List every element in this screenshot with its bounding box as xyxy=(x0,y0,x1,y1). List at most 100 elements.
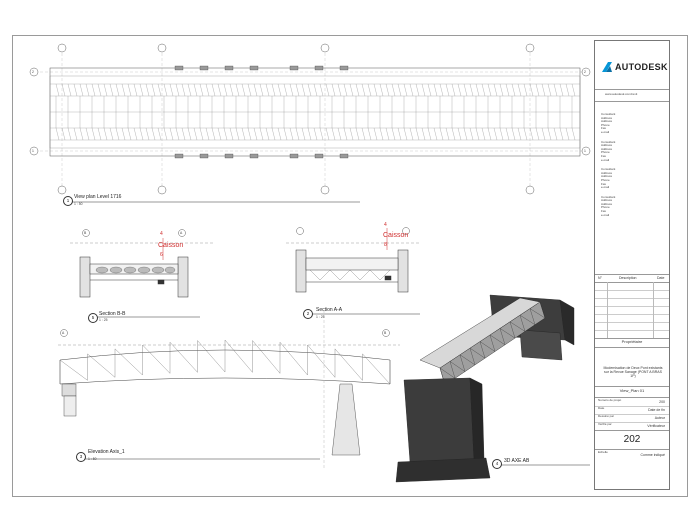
view-scale: 1 : 25 xyxy=(99,318,108,322)
plan-truss-member xyxy=(391,127,396,141)
plan-truss-member xyxy=(355,127,360,141)
grid-label-b-elev: B xyxy=(384,331,387,335)
plan-truss-member xyxy=(379,83,384,97)
plan-truss-member xyxy=(535,83,540,97)
plan-truss-member xyxy=(247,127,252,141)
plan-truss-member xyxy=(61,127,66,141)
plan-truss-member xyxy=(475,127,480,141)
plan-truss-member xyxy=(385,83,390,97)
grid-label-2-right: 2 xyxy=(584,70,586,74)
plan-truss-member xyxy=(73,83,78,97)
plan-truss-member xyxy=(421,127,426,141)
plan-truss-member xyxy=(193,127,198,141)
elevation-diagonal xyxy=(169,342,198,373)
view-title[interactable]: Section B-B xyxy=(99,311,125,317)
plan-truss-member xyxy=(253,127,258,141)
consultant-line: e-mail xyxy=(601,129,610,134)
plan-truss-member xyxy=(457,127,462,141)
plan-truss-member xyxy=(109,83,114,97)
plan-truss-member xyxy=(259,127,264,141)
plan-truss-member xyxy=(85,127,90,141)
plan-truss-member xyxy=(541,127,546,141)
consultant-block: Consultant Address Address Phone Fax e-mail xyxy=(601,195,661,218)
plan-truss-member xyxy=(211,127,216,141)
plan-truss-member xyxy=(217,83,222,97)
field-divider xyxy=(595,406,669,407)
plan-truss-member xyxy=(361,127,366,141)
plan-truss-member xyxy=(541,83,546,97)
plan-truss-member xyxy=(313,83,318,97)
plan-truss-member xyxy=(253,83,258,97)
plan-truss-member xyxy=(355,83,360,97)
view-title[interactable]: Section A-A xyxy=(316,307,342,313)
plan-truss-member xyxy=(127,83,132,97)
plan-truss-member xyxy=(127,127,132,141)
field-value: Vérificateur xyxy=(647,424,665,428)
plan-truss-member xyxy=(571,127,576,141)
view-scale: 1 : 25 xyxy=(316,315,325,319)
plan-truss-member xyxy=(343,127,348,141)
consultant-block: Consultant Address Address Phone Fax e-mail xyxy=(601,112,661,135)
plan-truss-member xyxy=(421,83,426,97)
view-number: 4 xyxy=(492,459,502,469)
consultant-line: e-mail xyxy=(601,212,610,217)
plan-truss-member xyxy=(493,127,498,141)
title-block: AUTODESK www.autodesk.com/revit Consulta… xyxy=(594,40,670,490)
plan-truss-member xyxy=(283,83,288,97)
plan-truss-member xyxy=(85,83,90,97)
plan-truss-member xyxy=(499,127,504,141)
plan-truss-member xyxy=(493,83,498,97)
plan-truss-member xyxy=(205,83,210,97)
plan-truss-member xyxy=(271,83,276,97)
field-value: Auteur xyxy=(654,416,665,420)
plan-truss-member xyxy=(523,83,528,97)
plan-truss-member xyxy=(337,83,342,97)
plan-truss-member xyxy=(151,83,156,97)
view-title[interactable]: View plan Level 1716 xyxy=(74,194,121,200)
plan-truss-member xyxy=(469,83,474,97)
plan-truss-member xyxy=(397,127,402,141)
plan-truss-member xyxy=(553,127,558,141)
view-title[interactable]: 3D AXE AB xyxy=(504,458,529,464)
3d-view xyxy=(395,294,575,483)
plan-truss-member xyxy=(523,127,528,141)
plan-truss-member xyxy=(241,83,246,97)
plan-truss-member xyxy=(553,83,558,97)
rev-no-header: N° xyxy=(598,276,602,280)
consultant-line: e-mail xyxy=(601,157,610,162)
plan-truss-member xyxy=(157,83,162,97)
plan-truss-member xyxy=(565,83,570,97)
plan-truss-member xyxy=(349,127,354,141)
plan-truss-member xyxy=(97,127,102,141)
view-number: 5 xyxy=(88,313,98,323)
plan-truss-member xyxy=(463,127,468,141)
plan-truss-member xyxy=(103,83,108,97)
plan-truss-member xyxy=(181,127,186,141)
plan-truss-member xyxy=(247,83,252,97)
plan-truss-member xyxy=(481,83,486,97)
plan-truss-member xyxy=(361,83,366,97)
plan-truss-member xyxy=(439,127,444,141)
annotation-mark: 4 xyxy=(160,231,163,237)
plan-truss-member xyxy=(337,127,342,141)
plan-truss-member xyxy=(427,83,432,97)
plan-truss-member xyxy=(385,127,390,141)
plan-truss-member xyxy=(307,83,312,97)
plan-truss-member xyxy=(517,83,522,97)
view-title[interactable]: Elevation Axis_1 xyxy=(88,449,125,455)
grid-label-a-section: A xyxy=(180,231,183,235)
plan-truss-member xyxy=(223,83,228,97)
plan-truss-member xyxy=(487,83,492,97)
plan-truss-member xyxy=(103,127,108,141)
view-number: 1 xyxy=(63,196,73,206)
plan-truss-member xyxy=(259,83,264,97)
plan-truss-member xyxy=(187,83,192,97)
plan-truss-member xyxy=(205,127,210,141)
plan-truss-member xyxy=(529,127,534,141)
plan-truss-member xyxy=(343,83,348,97)
autodesk-logo-icon xyxy=(602,62,612,72)
plan-truss-member xyxy=(559,83,564,97)
plan-truss-member xyxy=(157,127,162,141)
grid-label-a-elev: A xyxy=(62,331,65,335)
plan-truss-member xyxy=(199,127,204,141)
